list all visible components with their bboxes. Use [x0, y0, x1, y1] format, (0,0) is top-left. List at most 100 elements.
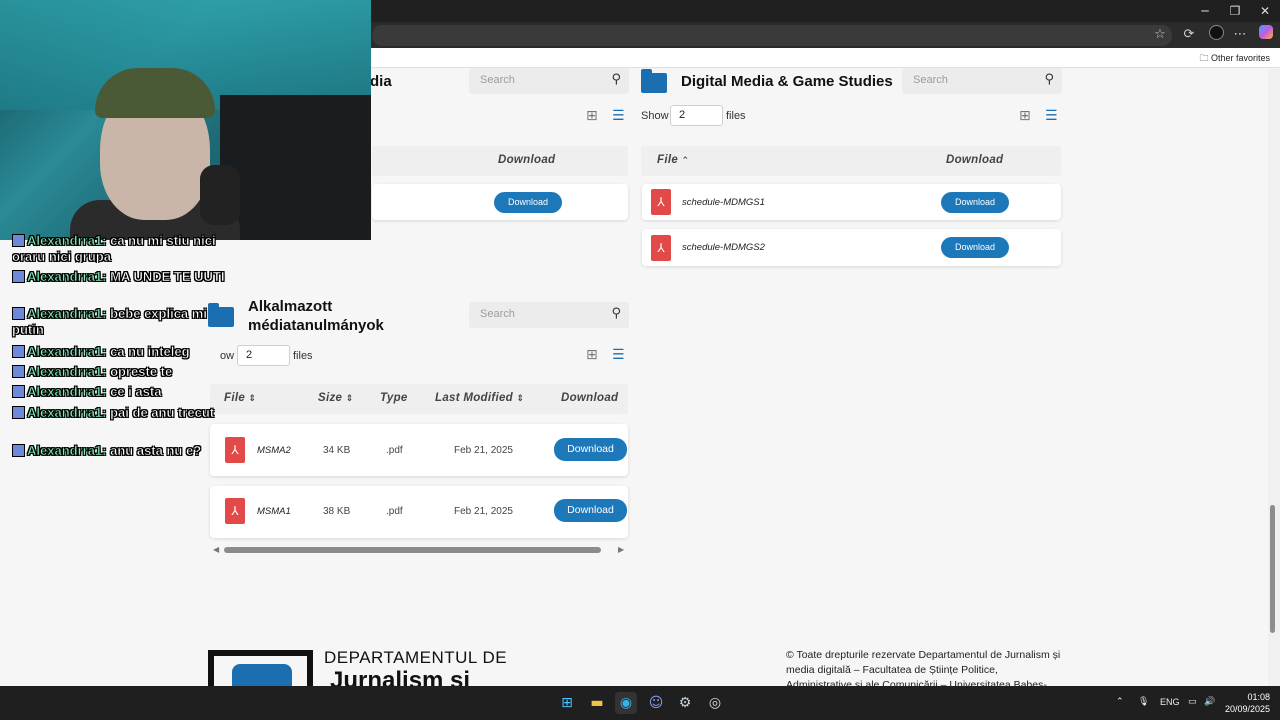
- steam-icon[interactable]: ⚙: [674, 692, 696, 714]
- file-name[interactable]: schedule-MDMGS1: [682, 197, 765, 208]
- file-name[interactable]: schedule-MDMGS2: [682, 242, 765, 253]
- col-download: Download: [498, 154, 556, 166]
- download-button[interactable]: Download: [941, 192, 1009, 213]
- discord-icon[interactable]: ☺: [645, 692, 667, 714]
- search-icon[interactable]: ⚲: [611, 306, 621, 321]
- chat-text: anu asta nu e?: [110, 443, 202, 459]
- section-title-digital-media: Digital Media & Game Studies: [681, 73, 893, 90]
- microphone-icon[interactable]: 🎙: [1138, 697, 1149, 707]
- webcam-person-cap: [95, 68, 215, 118]
- table-row: ⅄ MSMA1 38 KB .pdf Feb 21, 2025 Download: [210, 486, 628, 538]
- start-icon[interactable]: ⊞: [556, 692, 578, 714]
- footer-copyright: © Toate drepturile rezervate Departament…: [786, 649, 1061, 686]
- search-input-top-left[interactable]: Search ⚲: [469, 68, 629, 94]
- col-file[interactable]: File ⌃: [657, 154, 689, 166]
- chat-text: MA UNDE TE UUTI: [110, 269, 225, 285]
- sort-icon[interactable]: ⇕: [346, 394, 354, 404]
- grid-view-icon[interactable]: ⊞: [586, 108, 598, 124]
- table-header-media-studies: File ⇕ Size ⇕ Type Last Modified ⇕ Downl…: [210, 384, 628, 414]
- logo-text-line2: Jurnalism și: [330, 667, 471, 686]
- chat-message: Alexandrra1: opreste te: [12, 364, 227, 380]
- copilot-icon[interactable]: [1256, 25, 1276, 45]
- language-indicator[interactable]: ENG: [1160, 697, 1180, 707]
- search-icon[interactable]: ⚲: [1044, 72, 1054, 87]
- download-button[interactable]: Download: [941, 237, 1009, 258]
- file-modified: Feb 21, 2025: [454, 445, 513, 456]
- col-file[interactable]: File ⇕: [224, 392, 256, 404]
- obs-icon[interactable]: ◎: [704, 692, 726, 714]
- pdf-icon: ⅄: [651, 235, 671, 261]
- url-field[interactable]: [372, 25, 1172, 46]
- table-row: ⅄ schedule-MDMGS2 Download: [642, 229, 1061, 266]
- minimize-icon[interactable]: ─: [1190, 2, 1220, 20]
- refresh-icon[interactable]: ⟳: [1179, 25, 1199, 45]
- page-scrollbar-thumb[interactable]: [1270, 505, 1275, 633]
- pdf-icon: ⅄: [651, 189, 671, 215]
- webcam-overlay: [0, 0, 371, 240]
- restore-icon[interactable]: ❐: [1220, 2, 1250, 20]
- sort-icon[interactable]: ⌃: [682, 156, 690, 166]
- section-title-line2: médiatanulmányok: [248, 317, 384, 334]
- col-file-label: File: [224, 392, 246, 404]
- network-icon[interactable]: ▭: [1188, 697, 1197, 707]
- table-row: Download: [372, 184, 628, 220]
- chat-message: Alexandrra1: ce i asta: [12, 384, 227, 400]
- search-placeholder: Search: [480, 308, 515, 320]
- file-name[interactable]: MSMA2: [257, 445, 291, 456]
- more-menu-icon[interactable]: ⋯: [1230, 25, 1250, 45]
- sort-icon[interactable]: ⇕: [249, 394, 257, 404]
- tray-chevron-icon[interactable]: ⌃: [1116, 697, 1124, 707]
- show-count-input[interactable]: 2: [237, 345, 290, 366]
- show-count-input[interactable]: 2: [670, 105, 723, 126]
- logo-book-icon: [232, 664, 292, 686]
- grid-view-icon[interactable]: ⊞: [1019, 108, 1031, 124]
- search-placeholder: Search: [913, 74, 948, 86]
- search-input-digital-media[interactable]: Search ⚲: [902, 68, 1062, 94]
- system-clock[interactable]: 01:08 20/09/2025: [1225, 691, 1270, 715]
- pdf-icon: ⅄: [225, 437, 245, 463]
- list-view-icon[interactable]: ☰: [612, 108, 625, 124]
- chat-username: Alexandrra1:: [27, 233, 107, 248]
- horizontal-scrollbar[interactable]: [224, 547, 601, 553]
- list-view-icon[interactable]: ☰: [612, 347, 625, 363]
- file-explorer-icon[interactable]: ▬: [586, 692, 608, 714]
- sort-icon[interactable]: ⇕: [517, 394, 525, 404]
- logo-text-line1: DEPARTAMENTUL DE: [324, 648, 508, 667]
- file-type: .pdf: [386, 445, 403, 456]
- col-download: Download: [946, 154, 1004, 166]
- chat-text: opreste te: [110, 364, 173, 380]
- chat-badge-icon: [12, 307, 25, 320]
- download-button[interactable]: Download: [554, 438, 627, 461]
- col-last-modified[interactable]: Last Modified ⇕: [435, 392, 524, 404]
- volume-icon[interactable]: 🔊: [1204, 697, 1215, 707]
- chat-badge-icon: [12, 270, 25, 283]
- download-button[interactable]: Download: [494, 192, 562, 213]
- table-row: ⅄ MSMA2 34 KB .pdf Feb 21, 2025 Download: [210, 424, 628, 476]
- favorite-star-icon[interactable]: ☆: [1150, 25, 1170, 45]
- col-size[interactable]: Size ⇕: [318, 392, 354, 404]
- profile-avatar[interactable]: [1206, 25, 1226, 45]
- chat-username: Alexandrra1:: [27, 269, 107, 285]
- file-name[interactable]: MSMA1: [257, 506, 291, 517]
- chat-username: Alexandrra1:: [27, 443, 107, 459]
- chat-badge-icon: [12, 406, 25, 419]
- chat-username: Alexandrra1:: [27, 405, 107, 421]
- section-title-line1: Alkalmazott: [248, 298, 333, 315]
- list-view-icon[interactable]: ☰: [1045, 108, 1058, 124]
- chat-message: Alexandrra1: anu asta nu e?: [12, 443, 227, 459]
- edge-browser-icon[interactable]: ◉: [615, 692, 637, 714]
- close-icon[interactable]: ✕: [1250, 2, 1280, 20]
- chat-message: Alexandrra1: bebe explica mi putin: [12, 306, 227, 338]
- search-icon[interactable]: ⚲: [611, 72, 621, 87]
- scroll-left-icon[interactable]: ◀: [213, 545, 219, 554]
- grid-view-icon[interactable]: ⊞: [586, 347, 598, 363]
- file-size: 38 KB: [323, 506, 351, 517]
- folder-icon: [641, 69, 667, 93]
- download-button[interactable]: Download: [554, 499, 627, 522]
- file-type: .pdf: [386, 506, 403, 517]
- other-favorites-label: Other favorites: [1210, 53, 1270, 63]
- search-input-media-studies[interactable]: Search ⚲: [469, 302, 629, 328]
- table-row: ⅄ schedule-MDMGS1 Download: [642, 184, 1061, 220]
- scroll-right-icon[interactable]: ▶: [618, 545, 624, 554]
- other-favorites-link[interactable]: 🗀 Other favorites: [1199, 51, 1270, 67]
